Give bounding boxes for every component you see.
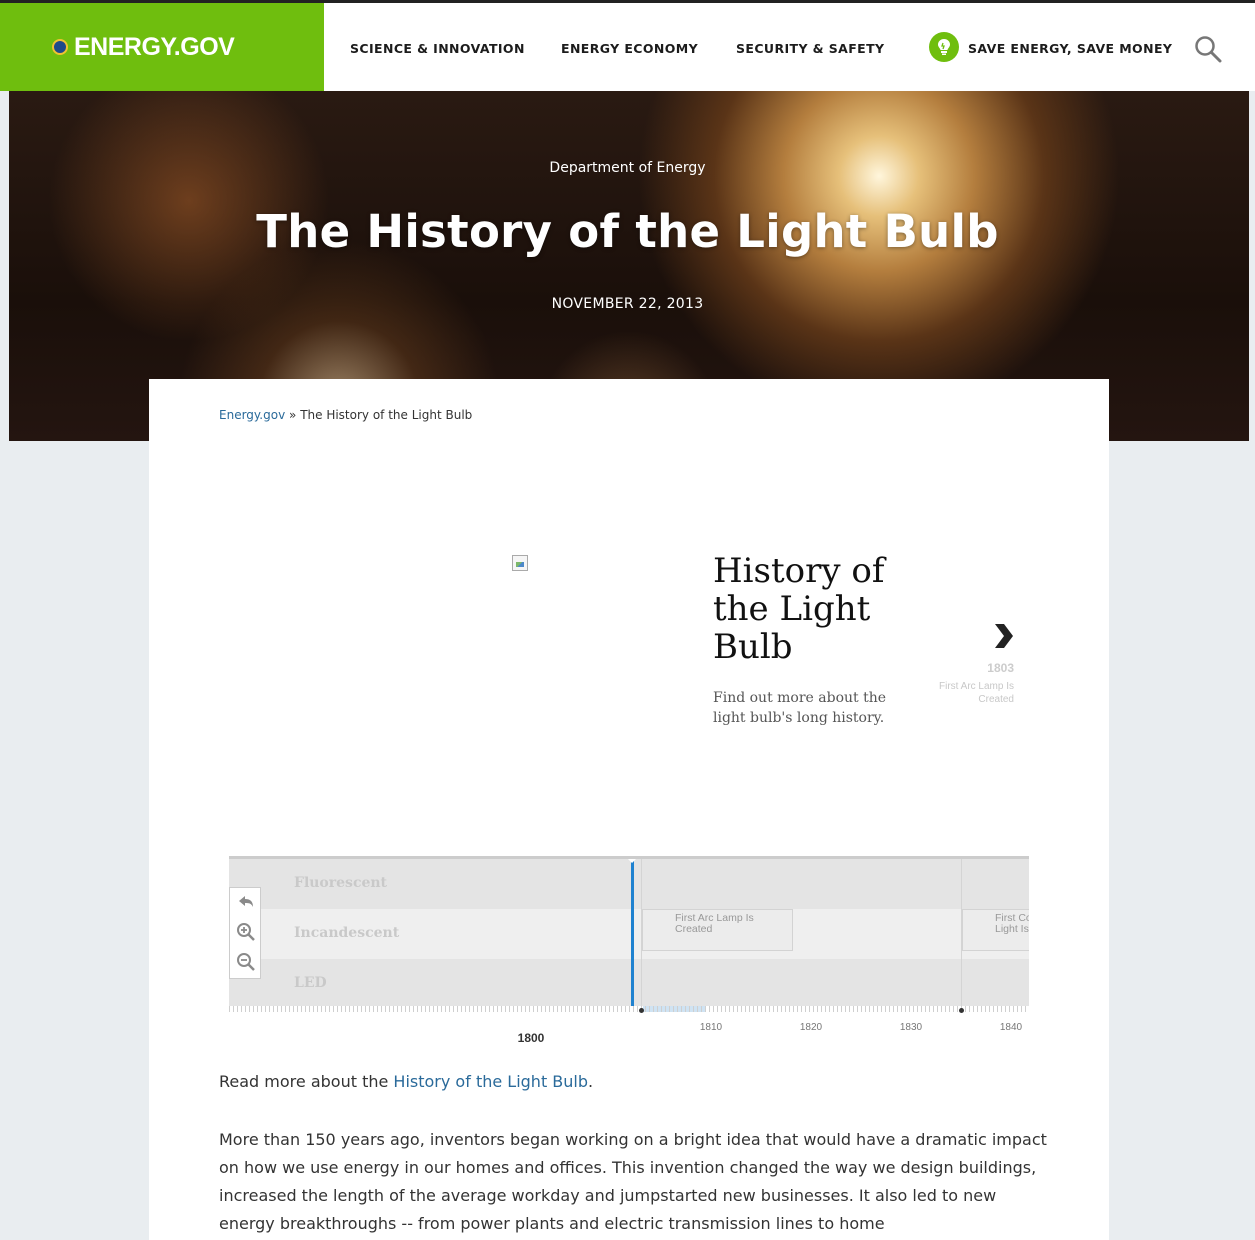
search-icon[interactable] bbox=[1194, 35, 1222, 63]
timeline-event[interactable]: First Cons Light Is De bbox=[962, 909, 1029, 951]
content-card: Energy.gov » The History of the Light Bu… bbox=[149, 379, 1109, 1240]
hero-kicker: Department of Energy bbox=[549, 160, 706, 176]
axis-event-dot bbox=[639, 1008, 644, 1013]
band-fluorescent: Fluorescent bbox=[229, 859, 1029, 909]
band-incandescent: Incandescent bbox=[229, 909, 1029, 959]
page-title: The History of the Light Bulb bbox=[256, 205, 999, 258]
next-event-title[interactable]: First Arc Lamp Is Created bbox=[919, 680, 1014, 706]
band-label: Fluorescent bbox=[294, 875, 388, 891]
axis-label: 1810 bbox=[699, 1022, 723, 1033]
lightbulb-icon[interactable] bbox=[929, 32, 959, 62]
logo-text: ENERGY.GOV bbox=[74, 32, 235, 61]
axis-label: 1820 bbox=[799, 1022, 823, 1033]
timeline-nav[interactable]: Fluorescent Incandescent LED First Arc L… bbox=[229, 856, 1029, 1006]
timeline-title: History of the Light Bulb bbox=[713, 551, 885, 667]
axis-label: 1840 bbox=[999, 1022, 1023, 1033]
history-link[interactable]: History of the Light Bulb bbox=[393, 1072, 588, 1091]
breadcrumb: Energy.gov » The History of the Light Bu… bbox=[219, 408, 472, 422]
timeline-controls bbox=[229, 887, 261, 979]
nav-energy-economy[interactable]: ENERGY ECONOMY bbox=[561, 41, 698, 56]
breadcrumb-current: The History of the Light Bulb bbox=[300, 408, 473, 422]
nav-science-innovation[interactable]: SCIENCE & INNOVATION bbox=[350, 41, 525, 56]
next-event-year[interactable]: 1803 bbox=[929, 661, 1014, 675]
band-label: LED bbox=[294, 975, 327, 991]
timeline-axis[interactable]: 1810 1820 1830 1840 bbox=[229, 1006, 1029, 1046]
energy-gov-logo[interactable]: ENERGY.GOV bbox=[0, 3, 324, 91]
axis-ticks bbox=[229, 1006, 1029, 1012]
marker-pointer bbox=[625, 859, 639, 863]
zoom-out-icon[interactable] bbox=[236, 952, 256, 972]
zoom-in-icon[interactable] bbox=[236, 922, 256, 942]
nav-save-energy[interactable]: SAVE ENERGY, SAVE MONEY bbox=[968, 41, 1172, 56]
next-arrow-icon[interactable] bbox=[991, 621, 1015, 651]
intro-paragraph: More than 150 years ago, inventors began… bbox=[219, 1130, 1047, 1233]
band-led: LED bbox=[229, 959, 1029, 1006]
publish-date: NOVEMBER 22, 2013 bbox=[551, 296, 704, 312]
timeline-current-marker bbox=[631, 859, 634, 1006]
axis-event-dot bbox=[959, 1008, 964, 1013]
back-to-start-icon[interactable] bbox=[236, 892, 256, 912]
band-label: Incandescent bbox=[294, 925, 400, 941]
breadcrumb-home[interactable]: Energy.gov bbox=[219, 408, 285, 422]
timeline-description: Find out more about the light bulb's lon… bbox=[713, 690, 887, 726]
doe-seal-icon bbox=[52, 39, 68, 55]
read-more-prefix: Read more about the bbox=[219, 1072, 394, 1091]
axis-start-year: 1800 bbox=[517, 1031, 545, 1045]
breadcrumb-separator: » bbox=[289, 408, 297, 422]
read-more-line: Read more about the History of the Light… bbox=[219, 1068, 1049, 1096]
timeline-event[interactable]: First Arc Lamp Is Created bbox=[642, 909, 793, 951]
nav-security-safety[interactable]: SECURITY & SAFETY bbox=[736, 41, 884, 56]
site-header: ENERGY.GOV SCIENCE & INNOVATION ENERGY E… bbox=[0, 3, 1255, 91]
broken-image-icon bbox=[512, 555, 528, 571]
axis-label: 1830 bbox=[899, 1022, 923, 1033]
read-more-suffix: . bbox=[588, 1072, 594, 1091]
